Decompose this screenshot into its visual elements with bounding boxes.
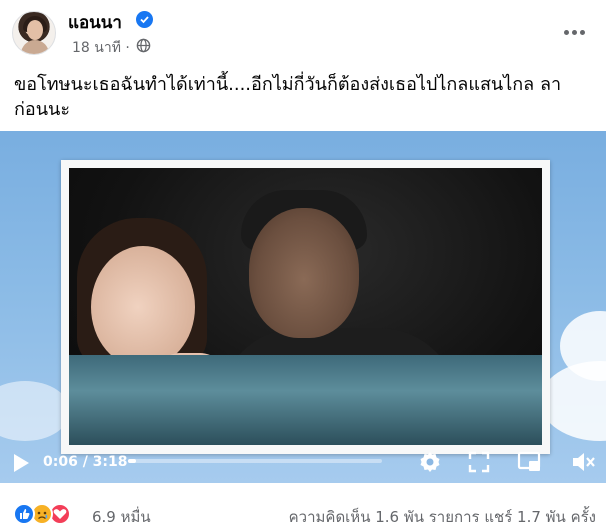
post-footer: 6.9 หมื่น ความคิดเห็น 1.6 พัน รายการ แชร…	[0, 483, 606, 532]
more-options-icon[interactable]	[561, 22, 589, 42]
video-controls: 0:06 / 3:18	[0, 443, 606, 483]
settings-icon[interactable]	[417, 449, 443, 475]
video-frame	[61, 160, 550, 454]
post-stats: ความคิดเห็น 1.6 พัน รายการ แชร์ 1.7 พัน …	[289, 505, 596, 529]
video-time: 0:06 / 3:18	[43, 454, 128, 470]
pip-icon[interactable]	[516, 449, 542, 475]
like-reaction-icon	[13, 503, 35, 525]
reactions-summary[interactable]	[13, 503, 83, 525]
author-avatar[interactable]	[12, 11, 56, 55]
verified-badge-icon	[136, 11, 153, 28]
play-icon[interactable]	[12, 453, 30, 473]
post-timestamp[interactable]: 18 นาที ·	[72, 37, 130, 59]
comment-count[interactable]: ความคิดเห็น 1.6 พัน รายการ	[289, 508, 480, 526]
fullscreen-icon[interactable]	[466, 449, 492, 475]
post-header: แอนนา 18 นาที ·	[0, 0, 606, 64]
video-thumbnail	[69, 168, 542, 445]
share-count[interactable]: แชร์ 1.7 พัน ครั้ง	[484, 508, 596, 526]
volume-muted-icon[interactable]	[570, 449, 596, 475]
video-progress-bar[interactable]	[128, 459, 382, 463]
globe-icon	[136, 38, 151, 53]
reaction-count[interactable]: 6.9 หมื่น	[92, 505, 151, 529]
video-progress-fill	[128, 459, 136, 463]
post-text: ขอโทษนะเธอฉันทำได้เท่านี้....อีกไม่กี่วั…	[14, 74, 562, 120]
video-player[interactable]	[0, 131, 606, 483]
author-name[interactable]: แอนนา	[68, 9, 122, 36]
